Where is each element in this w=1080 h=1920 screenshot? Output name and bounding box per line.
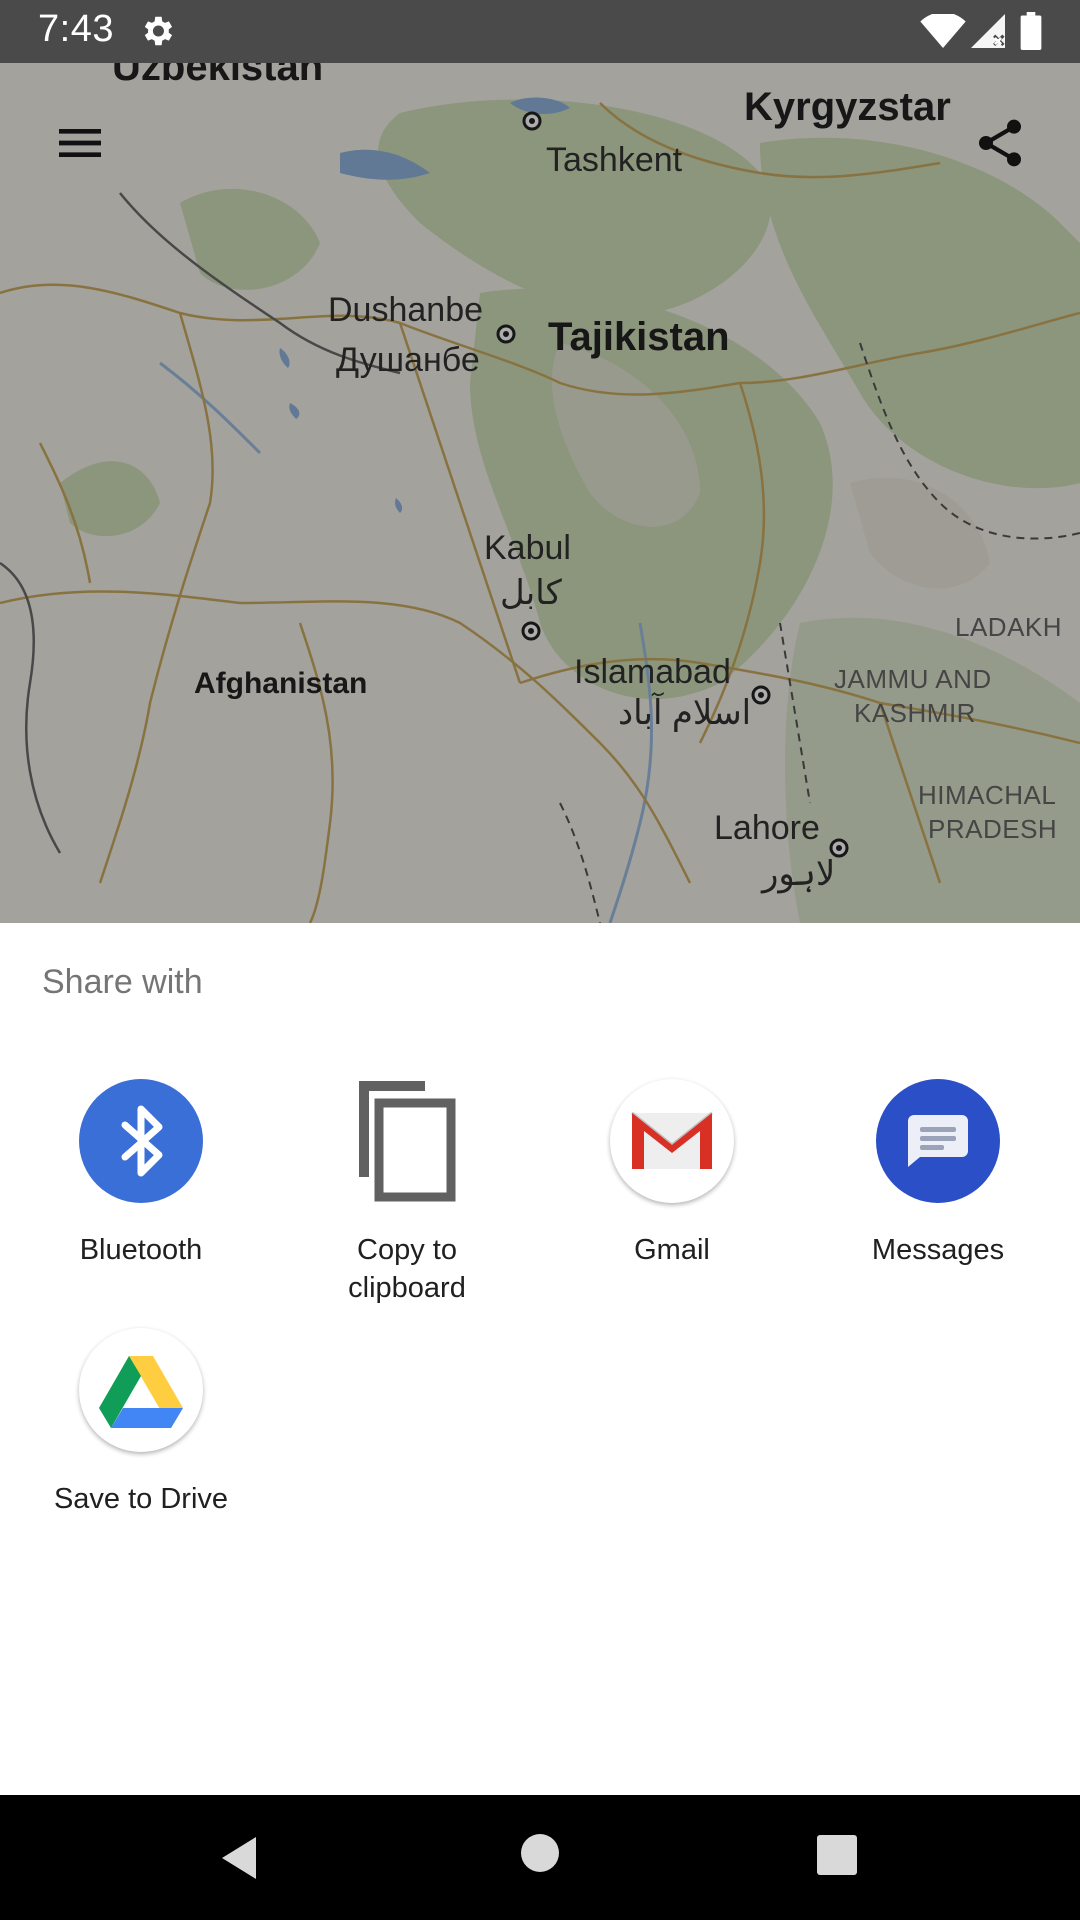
share-target-label: Messages [871, 1234, 1005, 1266]
bluetooth-icon [79, 1079, 203, 1203]
copy-icon [345, 1079, 469, 1203]
share-target-label: Gmail [634, 1234, 710, 1266]
battery-icon [1020, 12, 1042, 50]
menu-button[interactable] [24, 87, 136, 199]
status-bar: 7:43 [0, 0, 1080, 63]
recents-icon[interactable] [817, 1835, 857, 1875]
map-view[interactable]: Uzbekistan Kyrgyzstar Tashkent Dushanbe … [0, 63, 1080, 923]
share-target-label-line1: Copy to [357, 1234, 457, 1266]
scrim[interactable] [0, 63, 1080, 923]
share-sheet: Share with Bluetooth Copy to clipboard G… [0, 923, 1080, 1795]
wifi-icon [920, 14, 966, 48]
back-icon[interactable] [216, 1833, 260, 1883]
messages-icon [876, 1079, 1000, 1203]
share-sheet-title: Share with [42, 963, 203, 1001]
home-icon[interactable] [520, 1833, 560, 1873]
share-target-label-line2: clipboard [348, 1272, 466, 1304]
share-target-label: Bluetooth [79, 1234, 203, 1266]
share-target-label: Copy to clipboard [272, 1231, 542, 1307]
share-target-copy[interactable]: Copy to clipboard [272, 1079, 542, 1307]
share-target-drive[interactable]: Save to Drive [6, 1328, 276, 1518]
share-icon [979, 119, 1021, 167]
menu-icon [59, 129, 101, 157]
share-target-bluetooth[interactable]: Bluetooth [6, 1079, 276, 1269]
share-target-gmail[interactable]: Gmail [537, 1079, 807, 1269]
share-target-label: Save to Drive [53, 1483, 229, 1515]
settings-icon [144, 16, 173, 46]
share-target-messages[interactable]: Messages [803, 1079, 1073, 1269]
drive-icon [79, 1328, 203, 1452]
gmail-icon [610, 1079, 734, 1203]
status-time: 7:43 [38, 8, 114, 50]
share-button[interactable] [944, 87, 1056, 199]
navigation-bar [0, 1795, 1080, 1920]
cell-signal-icon [971, 14, 1005, 48]
